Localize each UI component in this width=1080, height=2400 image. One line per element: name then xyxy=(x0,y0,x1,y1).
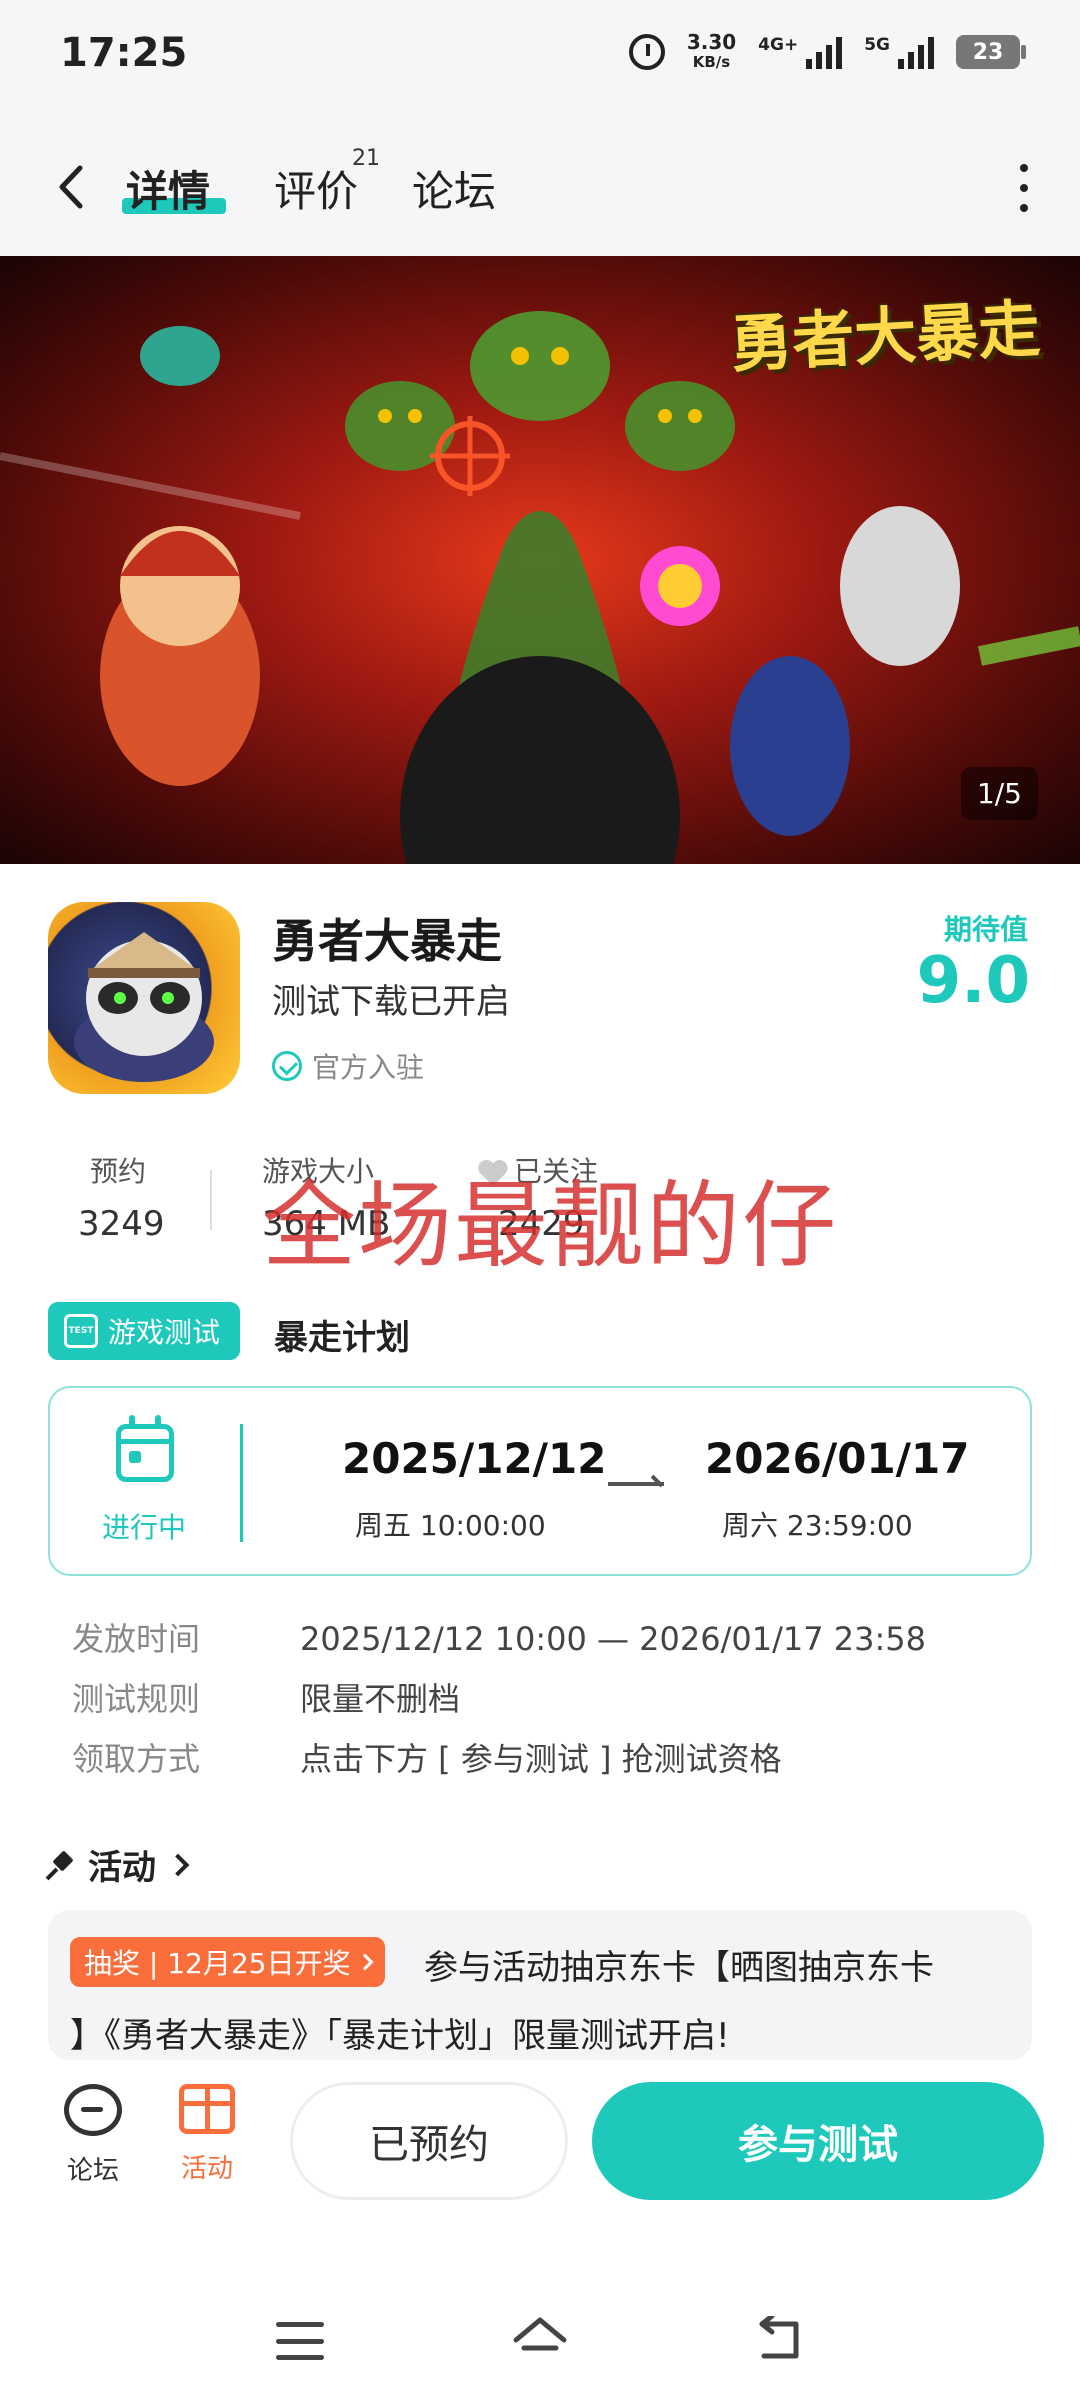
join-test-button[interactable]: 参与测试 xyxy=(592,2082,1044,2200)
app-subtitle: 测试下载已开启 xyxy=(272,982,510,1022)
activity-text-line2: 】《勇者大暴走》「暴走计划」限量测试开启! xyxy=(70,2016,730,2056)
clock: 17:25 xyxy=(60,30,188,76)
network-speed: 3.30 KB/s xyxy=(686,30,737,71)
tab-reviews[interactable]: 评价 xyxy=(274,158,358,219)
signal-4g-icon: 4G+ xyxy=(758,35,843,69)
system-back-icon[interactable] xyxy=(754,2316,806,2362)
reviews-count-badge: 21 xyxy=(352,146,380,171)
test-period-card: 进行中 2025/12/12 周五 10:00:00 2026/01/17 周六… xyxy=(48,1386,1032,1576)
official-badge: 官方入驻 xyxy=(272,1046,424,1086)
app-name: 勇者大暴走 xyxy=(272,914,502,968)
status-bar: 17:25 3.30 KB/s 4G+ 5G 23 xyxy=(0,0,1080,120)
carousel-pager: 1/5 xyxy=(960,767,1038,820)
test-status: 进行中 xyxy=(102,1511,187,1544)
chevron-right-icon xyxy=(166,1853,190,1876)
chevron-right-icon xyxy=(356,1953,373,1971)
alarm-icon xyxy=(628,34,665,70)
activity-card[interactable]: 抽奖 | 12月25日开奖 参与活动抽京东卡【晒图抽京东卡 】《勇者大暴走》「暴… xyxy=(48,1910,1032,2060)
card-divider xyxy=(240,1424,243,1542)
pin-icon xyxy=(48,1851,76,1879)
top-nav: 详情 评价 21 论坛 xyxy=(0,120,1080,256)
watermark-text: 全场最靓的仔 xyxy=(262,1172,839,1281)
banner-carousel[interactable]: 勇者大暴走 1/5 xyxy=(0,256,1080,864)
arrow-right-icon xyxy=(608,1482,664,1486)
back-arrow-icon[interactable] xyxy=(52,162,92,212)
game-test-badge: TEST 游戏测试 xyxy=(48,1302,241,1360)
calendar-icon xyxy=(116,1415,174,1482)
reserved-button[interactable]: 已预约 xyxy=(290,2082,568,2200)
expectation-label: 期待值 xyxy=(943,913,1028,946)
home-icon[interactable] xyxy=(512,2314,568,2362)
signal-5g-icon: 5G xyxy=(864,35,934,69)
stat-reservations: 预约 3249 xyxy=(78,1155,165,1244)
activity-header[interactable]: 活动 xyxy=(48,1840,190,1889)
tab-details[interactable]: 详情 xyxy=(126,158,210,219)
start-date: 2025/12/12 xyxy=(342,1434,607,1483)
forum-button[interactable]: 论坛 xyxy=(48,2084,138,2187)
verified-check-icon xyxy=(272,1051,302,1081)
status-icons: 3.30 KB/s 4G+ 5G 23 xyxy=(628,30,1026,72)
start-time: 周五 10:00:00 xyxy=(355,1509,546,1542)
stats-divider xyxy=(210,1170,212,1230)
info-release-time: 发放时间 2025/12/12 10:00 — 2026/01/17 23:58 xyxy=(72,1620,926,1658)
more-options-icon[interactable] xyxy=(1020,164,1032,212)
forum-icon xyxy=(64,2084,122,2136)
gift-icon xyxy=(179,2084,235,2134)
activity-button[interactable]: 活动 xyxy=(162,2084,252,2185)
battery-icon: 23 xyxy=(956,35,1026,69)
bottom-action-bar: 论坛 活动 已预约 参与测试 xyxy=(0,2060,1080,2260)
expectation-score: 9.0 xyxy=(916,944,1030,1018)
end-date: 2026/01/17 xyxy=(705,1434,970,1483)
lottery-tag: 抽奖 | 12月25日开奖 xyxy=(70,1937,385,1987)
system-navigation-bar xyxy=(0,2260,1080,2400)
banner-game-logo: 勇者大暴走 xyxy=(728,291,1042,382)
tab-forum[interactable]: 论坛 xyxy=(412,158,496,219)
info-claim-method: 领取方式 点击下方 [ 参与测试 ] 抢测试资格 xyxy=(72,1740,782,1778)
recent-apps-icon[interactable] xyxy=(276,2322,324,2360)
activity-text-line1: 参与活动抽京东卡【晒图抽京东卡 xyxy=(424,1948,934,1988)
test-icon: TEST xyxy=(64,1314,98,1348)
info-test-rule: 测试规则 限量不删档 xyxy=(72,1680,461,1718)
test-plan-title: 暴走计划 xyxy=(274,1318,410,1358)
end-time: 周六 23:59:00 xyxy=(722,1509,913,1542)
app-icon xyxy=(48,902,240,1094)
